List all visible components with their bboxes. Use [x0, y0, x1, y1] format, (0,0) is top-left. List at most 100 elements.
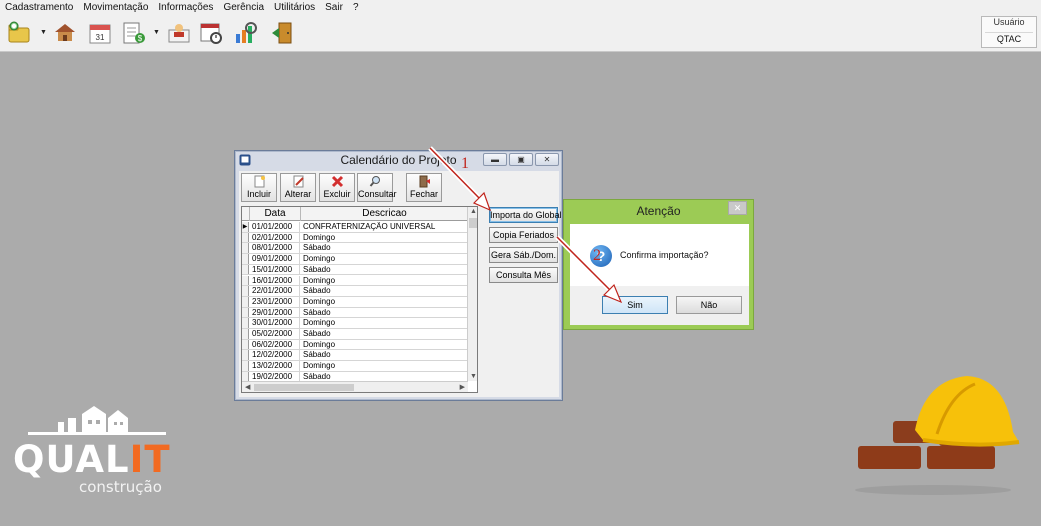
grid-header-indicator	[242, 207, 250, 221]
confirm-message: Confirma importação?	[620, 250, 709, 260]
menu-help[interactable]: ?	[348, 0, 364, 15]
money-report-icon[interactable]: $	[121, 20, 147, 46]
alterar-button[interactable]: Alterar	[280, 173, 316, 202]
calendar-clock-icon[interactable]	[199, 20, 225, 46]
scroll-right-icon[interactable]: ▶	[460, 383, 465, 392]
consulta-mes-button[interactable]: Consulta Mês	[489, 267, 558, 283]
incluir-button[interactable]: Incluir	[241, 173, 277, 202]
dropdown-arrow-icon[interactable]: ▼	[40, 29, 47, 36]
user-box: Usuário QTAC	[981, 16, 1037, 48]
menu-bar: Cadastramento Movimentação Informações G…	[0, 0, 1041, 15]
table-row[interactable]: 15/01/2000 Sábado	[242, 264, 468, 276]
logo-text: QUALIT	[13, 438, 171, 481]
row-indicator[interactable]	[242, 307, 249, 318]
main-toolbar: ▼ 31 $ ▼ Usuário QTAC	[0, 15, 1041, 52]
menu-movimentacao[interactable]: Movimentação	[78, 0, 153, 15]
row-indicator[interactable]	[242, 264, 249, 275]
close-icon[interactable]: ✕	[728, 201, 747, 215]
row-indicator[interactable]	[242, 350, 249, 361]
row-description: Domingo	[303, 339, 336, 349]
row-description: Sábado	[303, 286, 331, 296]
holiday-grid[interactable]: Data Descricao ▶ 01/01/2000 CONFRATERNIZAÇ…	[241, 206, 478, 393]
row-indicator[interactable]	[242, 339, 249, 350]
table-row[interactable]: 13/02/2000 Domingo	[242, 361, 468, 372]
exit-door-icon[interactable]	[270, 20, 296, 46]
menu-gerencia[interactable]: Gerência	[218, 0, 269, 15]
maximize-icon[interactable]: ▣	[509, 153, 533, 166]
alterar-label: Alterar	[284, 189, 312, 199]
helmet-bricks-icon	[855, 376, 1020, 495]
menu-cadastramento[interactable]: Cadastramento	[0, 0, 78, 15]
menu-utilitarios[interactable]: Utilitários	[269, 0, 320, 15]
table-row[interactable]: 23/01/2000 Domingo	[242, 296, 468, 308]
table-row[interactable]: 09/01/2000 Domingo	[242, 254, 468, 265]
menu-sair[interactable]: Sair	[320, 0, 348, 15]
table-row[interactable]: 06/02/2000 Domingo	[242, 339, 468, 351]
row-date: 22/01/2000	[250, 286, 300, 296]
importa-global-button[interactable]: Importa do Global	[489, 207, 562, 223]
grid-header: Data Descricao	[242, 207, 468, 221]
hscroll-thumb[interactable]	[254, 384, 354, 391]
grid-vertical-scrollbar[interactable]: ▲ ▼	[467, 207, 477, 381]
scroll-down-icon[interactable]: ▼	[470, 372, 477, 381]
delete-x-icon	[331, 175, 344, 188]
logo-accent-text: IT	[129, 438, 171, 481]
chart-analysis-icon[interactable]	[233, 20, 259, 46]
scroll-up-icon[interactable]: ▲	[470, 207, 477, 216]
register-folder-icon[interactable]	[7, 20, 33, 46]
annotation-number-1: 1	[461, 155, 469, 172]
copia-feriados-button[interactable]: Copia Feriados	[489, 227, 558, 243]
calendar-icon[interactable]: 31	[87, 20, 113, 46]
gera-sab-dom-button[interactable]: Gera Sáb./Dom.	[489, 247, 558, 263]
scroll-left-icon[interactable]: ◀	[245, 383, 250, 392]
grid-header-date[interactable]: Data	[250, 207, 301, 221]
excluir-button[interactable]: Excluir	[319, 173, 355, 202]
confirm-dialog: Atenção ✕ ? Confirma importação? Sim Não	[563, 199, 754, 330]
current-row-indicator-icon[interactable]: ▶	[242, 222, 249, 232]
row-indicator[interactable]	[242, 361, 249, 371]
row-indicator[interactable]	[242, 329, 249, 339]
row-indicator[interactable]	[242, 318, 249, 328]
yes-button[interactable]: Sim	[602, 296, 668, 314]
row-date: 16/01/2000	[250, 275, 300, 286]
row-description: Sábado	[303, 264, 331, 274]
table-row[interactable]: 08/01/2000 Sábado	[242, 243, 468, 255]
row-indicator[interactable]	[242, 243, 249, 254]
close-icon[interactable]: ✕	[535, 153, 559, 166]
house-move-icon[interactable]	[52, 20, 78, 46]
table-row[interactable]: 30/01/2000 Domingo	[242, 318, 468, 329]
row-indicator[interactable]	[242, 286, 249, 296]
table-row[interactable]: 22/01/2000 Sábado	[242, 286, 468, 297]
table-row[interactable]: 12/02/2000 Sábado	[242, 350, 468, 362]
svg-text:$: $	[138, 34, 143, 43]
row-indicator[interactable]	[242, 275, 249, 286]
row-description: Domingo	[303, 254, 336, 264]
calendar-titlebar[interactable]: Calendário do Projeto ▬ ▣ ✕	[235, 151, 562, 170]
table-row[interactable]: 29/01/2000 Sábado	[242, 307, 468, 319]
menu-informacoes[interactable]: Informações	[153, 0, 218, 15]
row-date: 02/01/2000	[250, 232, 300, 243]
no-button[interactable]: Não	[676, 296, 742, 314]
logo-subtitle: construção	[79, 478, 162, 496]
row-indicator[interactable]	[242, 232, 249, 243]
consultar-button[interactable]: Consultar	[357, 173, 397, 202]
minimize-icon[interactable]: ▬	[483, 153, 507, 166]
row-description: Domingo	[303, 232, 336, 242]
row-indicator[interactable]	[242, 296, 249, 307]
person-list-icon[interactable]	[166, 20, 192, 46]
grid-header-desc[interactable]: Descricao	[301, 207, 468, 221]
calendar-window: Calendário do Projeto ▬ ▣ ✕ Incluir Alte…	[234, 150, 563, 401]
logo-skyline-icon	[28, 406, 166, 435]
dropdown-arrow-icon[interactable]: ▼	[153, 29, 160, 36]
table-row[interactable]: 05/02/2000 Sábado	[242, 329, 468, 340]
scroll-thumb[interactable]	[469, 218, 477, 228]
search-icon	[369, 176, 380, 187]
fechar-button[interactable]: Fechar	[406, 173, 442, 202]
row-description: Sábado	[303, 329, 331, 338]
table-row[interactable]: 02/01/2000 Domingo	[242, 232, 468, 244]
row-indicator[interactable]	[242, 254, 249, 264]
table-row[interactable]: ▶ 01/01/2000 CONFRATERNIZAÇÃO UNIVERSAL	[242, 222, 468, 233]
grid-horizontal-scrollbar[interactable]: ◀ ▶	[242, 381, 468, 392]
table-row[interactable]: 16/01/2000 Domingo	[242, 275, 468, 287]
consultar-label: Consultar	[358, 189, 397, 199]
